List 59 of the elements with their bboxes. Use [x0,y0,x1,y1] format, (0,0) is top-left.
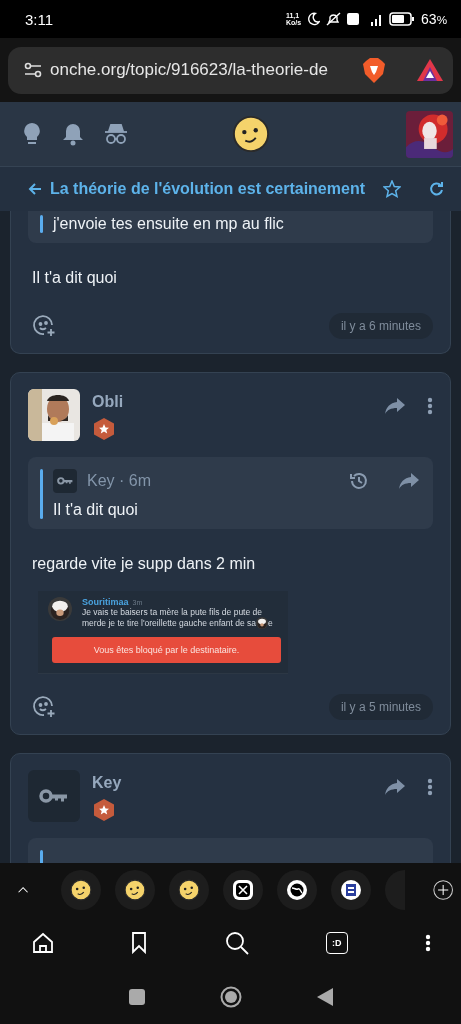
post-text: regarde vite je supp dans 2 min [32,555,257,573]
more-icon[interactable] [425,934,431,952]
smiley-face-icon [177,879,200,901]
bookmark-icon[interactable] [131,932,148,954]
star-icon[interactable] [383,180,401,198]
status-time: 3:11 [25,10,54,28]
post-text: Il t'a dit quoi [32,269,118,287]
add-reaction-icon[interactable] [32,695,56,719]
smiley-face-icon [69,879,92,901]
x-logo-icon [231,879,254,901]
smiley-face-icon [123,879,146,901]
key-icon [56,477,74,485]
shortcut-button[interactable] [114,870,155,910]
author-name[interactable]: Obli [92,393,373,411]
globe-icon [285,879,308,901]
post-time: il y a 6 minutes [328,313,433,339]
shortcut-button[interactable] [60,870,101,910]
document-icon [339,879,362,901]
chevron-up-icon[interactable] [18,885,29,895]
quote-text: Il t'a dit quoi [53,501,139,519]
battery-level: 63% [421,11,447,27]
shortcut-button[interactable] [276,870,317,910]
key-icon [39,789,69,803]
quote-byline: Key · 6m [87,472,152,490]
back-arrow-icon[interactable] [28,182,42,196]
share-icon[interactable] [399,473,419,489]
message-text: Je vais te baisers ta mère la pute fils de pute de [82,607,263,617]
shortcut-button[interactable] [222,870,263,910]
blocked-alert: Vous êtes bloqué par le destinataire. [52,637,281,663]
battery-icon [389,12,416,26]
user-avatar[interactable] [406,110,453,158]
home-icon[interactable] [32,932,54,954]
share-icon[interactable] [385,398,405,414]
message-text: merde je te tire l'oreillette gauche enfant de sa e [82,617,273,629]
triangle-logo-icon[interactable] [417,59,443,81]
history-icon[interactable] [349,471,369,491]
rank-badge-icon [92,417,116,441]
home-button-icon[interactable] [219,985,242,1008]
add-reaction-icon[interactable] [32,314,56,338]
post-time: il y a 5 minutes [328,694,433,720]
back-icon[interactable] [316,987,333,1006]
incognito-icon[interactable] [104,123,128,145]
tabs-button[interactable]: :D [325,932,348,954]
bell-icon[interactable] [62,122,84,146]
shortcut-button[interactable] [168,870,209,910]
address-bar[interactable]: onche.org/topic/916623/la-theorie-de [8,46,453,94]
rank-badge-icon [92,798,116,822]
share-icon[interactable] [385,779,405,795]
search-icon[interactable] [224,931,249,955]
refresh-icon[interactable] [429,181,445,197]
recents-icon[interactable] [128,988,145,1005]
shortcut-button[interactable] [330,870,371,910]
smiley-face-icon [232,115,270,153]
author-name[interactable]: Key [92,774,373,792]
lightbulb-icon[interactable] [22,122,42,146]
site-settings-icon[interactable] [24,62,42,78]
quote-text: j'envoie tes ensuite en mp au flic [53,215,285,233]
moon-icon [307,12,321,26]
muted-bell-icon [326,12,342,26]
